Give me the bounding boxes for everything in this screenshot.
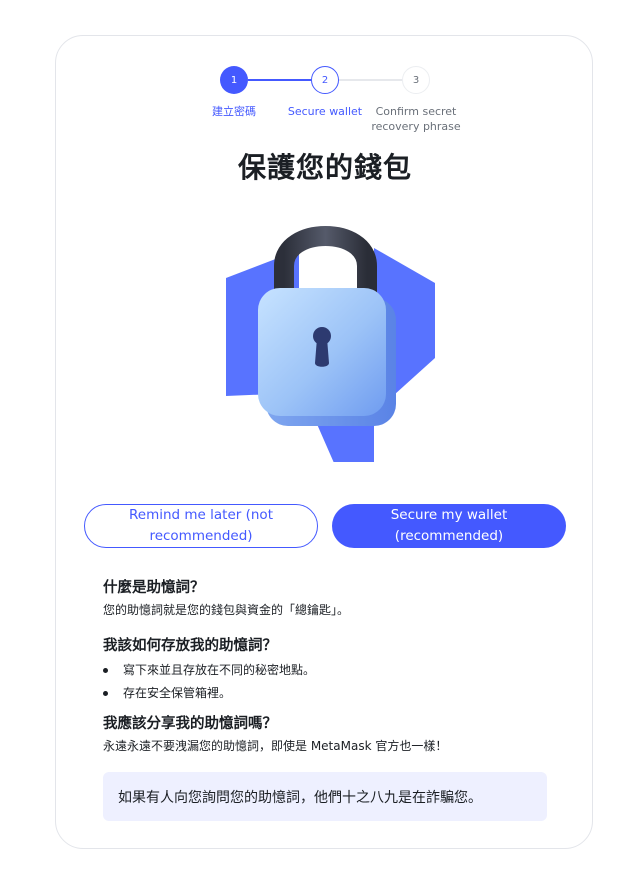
bullet-icon (103, 691, 108, 696)
step-2-number: 2 (321, 74, 329, 86)
onboarding-card: 1 2 3 建立密碼 Secure wallet Confirm secret … (55, 35, 593, 849)
stepper-connector-1 (248, 79, 311, 81)
faq-question: 什麼是助憶詞？ (103, 580, 205, 596)
step-3-label: Confirm secret recovery phrase (371, 105, 461, 133)
bullet-icon (103, 668, 108, 673)
remind-me-later-button[interactable]: Remind me later (not recommended) (84, 504, 318, 548)
faq-answer: 永遠永遠不要洩漏您的助憶詞，即使是 MetaMask 官方也一樣！ (103, 739, 448, 753)
step-1-indicator: 1 (220, 66, 248, 94)
secure-my-wallet-button[interactable]: Secure my wallet (recommended) (332, 504, 566, 548)
list-item-text: 存在安全保管箱裡。 (123, 686, 232, 700)
faq-question: 我該如何存放我的助憶詞？ (103, 638, 277, 654)
scam-warning-banner: 如果有人向您詢問您的助憶詞，他們十之八九是在詐騙您。 (103, 772, 547, 821)
faq-should-share-srp: 我應該分享我的助憶詞嗎？ 永遠永遠不要洩漏您的助憶詞，即使是 MetaMask … (103, 714, 553, 755)
faq-how-to-store-srp: 我該如何存放我的助憶詞？ 寫下來並且存放在不同的秘密地點。 存在安全保管箱裡。 (103, 636, 553, 705)
step-2-indicator: 2 (311, 66, 339, 94)
list-item-text: 寫下來並且存放在不同的秘密地點。 (123, 663, 316, 677)
faq-what-is-srp: 什麼是助憶詞？ 您的助憶詞就是您的錢包與資金的「總鑰匙」。 (103, 578, 553, 619)
step-3-indicator: 3 (402, 66, 430, 94)
stepper-connector-2 (339, 79, 402, 81)
list-item: 存在安全保管箱裡。 (103, 682, 553, 705)
progress-stepper: 1 2 3 建立密碼 Secure wallet Confirm secret … (56, 36, 594, 146)
faq-question: 我應該分享我的助憶詞嗎？ (103, 716, 277, 732)
step-1-number: 1 (230, 74, 238, 86)
step-3-number: 3 (412, 74, 420, 86)
faq-bullet-list: 寫下來並且存放在不同的秘密地點。 存在安全保管箱裡。 (103, 659, 553, 705)
page-title: 保護您的錢包 (237, 151, 412, 184)
list-item: 寫下來並且存放在不同的秘密地點。 (103, 659, 553, 682)
padlock-icon (224, 208, 438, 463)
faq-answer: 您的助憶詞就是您的錢包與資金的「總鑰匙」。 (103, 603, 350, 617)
scam-warning-text: 如果有人向您詢問您的助憶詞，他們十之八九是在詐騙您。 (118, 789, 482, 806)
